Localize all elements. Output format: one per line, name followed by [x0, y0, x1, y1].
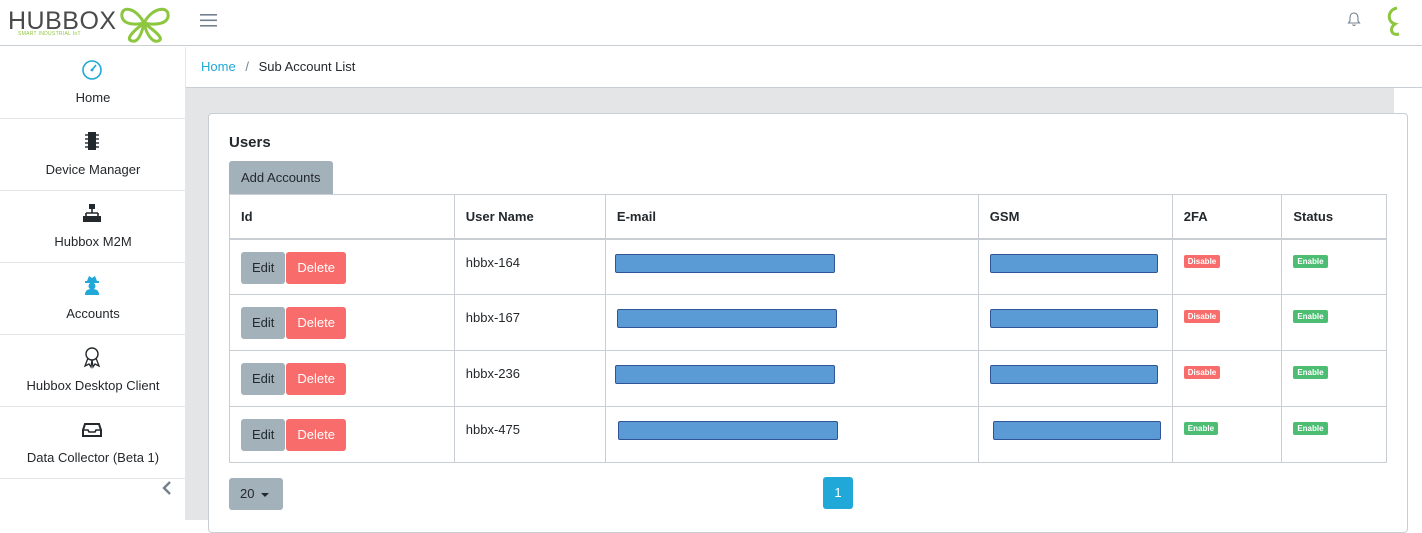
gsm-cell — [977, 406, 1173, 463]
sidebar-item-data-collector[interactable]: Data Collector (Beta 1) — [0, 407, 186, 479]
card-title: Users — [229, 134, 271, 151]
status-cell: Enable — [1281, 238, 1387, 295]
breadcrumb: Home / Sub Account List — [186, 47, 1422, 88]
redacted-gsm — [992, 421, 1161, 440]
column-header-email: E-mail — [604, 194, 979, 240]
redacted-gsm — [989, 253, 1158, 273]
caret-down-icon — [261, 492, 270, 497]
sidebar-item-label: Hubbox Desktop Client — [26, 378, 160, 393]
add-accounts-button[interactable]: Add Accounts — [229, 161, 333, 194]
brand-tagline: SMART INDUSTRIAL IoT — [18, 31, 81, 37]
table-row: Edit Delete hbbx-475 Enable Enable — [229, 406, 1387, 463]
username-cell: hbbx-164 — [453, 238, 606, 295]
twofa-badge: Disable — [1183, 366, 1221, 379]
breadcrumb-separator: / — [245, 59, 249, 74]
chip-icon — [85, 132, 99, 150]
inbox-icon — [82, 423, 102, 437]
redacted-email — [614, 365, 835, 384]
id-cell: Edit Delete — [229, 406, 455, 463]
username-cell: hbbx-236 — [453, 350, 606, 407]
table-row: Edit Delete hbbx-167 Disable Enable — [229, 294, 1387, 351]
users-table: Id User Name E-mail GSM 2FA Status Edit D… — [229, 194, 1387, 463]
sidebar-item-label: Home — [75, 90, 111, 105]
delete-button[interactable]: Delete — [286, 363, 346, 395]
sidebar-item-device-manager[interactable]: Device Manager — [0, 119, 186, 191]
status-cell: Enable — [1281, 406, 1387, 463]
twofa-badge: Enable — [1183, 422, 1219, 435]
twofa-badge: Disable — [1183, 254, 1221, 268]
column-header-gsm: GSM — [977, 194, 1173, 240]
sidebar-item-accounts[interactable]: Accounts — [0, 263, 186, 335]
sidebar-item-label: Hubbox M2M — [54, 234, 132, 249]
main-content: Users Add Accounts Id User Name E-mail G… — [186, 88, 1408, 533]
sidebar-item-label: Accounts — [66, 306, 120, 321]
hamburger-icon[interactable] — [198, 9, 220, 31]
user-secret-icon — [85, 276, 99, 295]
status-badge: Enable — [1293, 366, 1328, 379]
id-cell: Edit Delete — [229, 238, 455, 295]
chevron-left-icon[interactable] — [160, 480, 174, 496]
column-header-username: User Name — [453, 194, 606, 240]
delete-button[interactable]: Delete — [286, 419, 346, 451]
page-size-select[interactable]: 20 — [229, 478, 283, 510]
status-cell: Enable — [1281, 350, 1387, 407]
sidebar-item-label: Device Manager — [45, 162, 141, 177]
twofa-badge: Disable — [1183, 310, 1221, 323]
speedometer-icon — [82, 60, 102, 80]
redacted-gsm — [989, 309, 1158, 328]
delete-button[interactable]: Delete — [286, 307, 346, 339]
table-row: Edit Delete hbbx-236 Disable Enable — [229, 350, 1387, 407]
column-header-id: Id — [229, 194, 455, 240]
id-cell: Edit Delete — [229, 350, 455, 407]
twofa-cell: Disable — [1171, 238, 1283, 295]
gsm-cell — [977, 238, 1173, 295]
email-cell — [604, 238, 979, 295]
column-header-2fa: 2FA — [1171, 194, 1283, 240]
edit-button[interactable]: Edit — [241, 251, 286, 284]
pagination-page-1[interactable]: 1 — [823, 477, 853, 509]
redacted-email — [616, 309, 837, 328]
gsm-cell — [977, 294, 1173, 351]
table-row: Edit Delete hbbx-164 Disable Enable — [229, 238, 1387, 295]
butterfly-logo-icon — [120, 7, 170, 43]
sidebar: Home Device Manager Hubbox M2M Accounts … — [0, 47, 186, 520]
status-cell: Enable — [1281, 294, 1387, 351]
table-header-row: Id User Name E-mail GSM 2FA Status — [229, 194, 1387, 240]
username-cell: hbbx-167 — [453, 294, 606, 351]
top-header: HUBBOX SMART INDUSTRIAL IoT — [0, 0, 1422, 46]
sidebar-item-label: Data Collector (Beta 1) — [26, 450, 160, 465]
column-header-status: Status — [1281, 194, 1387, 240]
email-cell — [604, 350, 979, 407]
edit-button[interactable]: Edit — [241, 363, 286, 395]
bell-icon[interactable] — [1347, 11, 1361, 27]
gsm-cell — [977, 350, 1173, 407]
edit-button[interactable]: Edit — [241, 419, 286, 451]
sidebar-item-home[interactable]: Home — [0, 47, 186, 119]
twofa-cell: Enable — [1171, 406, 1283, 463]
sitemap-icon — [83, 204, 101, 222]
breadcrumb-home-link[interactable]: Home — [201, 59, 236, 74]
status-badge: Enable — [1293, 310, 1328, 323]
delete-button[interactable]: Delete — [286, 251, 346, 284]
badge-icon — [83, 347, 101, 369]
redacted-email — [614, 253, 835, 273]
sidebar-item-hubbox-m2m[interactable]: Hubbox M2M — [0, 191, 186, 263]
edit-button[interactable]: Edit — [241, 307, 286, 339]
status-badge: Enable — [1293, 422, 1328, 435]
sidebar-item-desktop-client[interactable]: Hubbox Desktop Client — [0, 335, 186, 407]
twofa-cell: Disable — [1171, 294, 1283, 351]
username-cell: hbbx-475 — [453, 406, 606, 463]
breadcrumb-current: Sub Account List — [258, 59, 356, 74]
brand-logo[interactable]: HUBBOX SMART INDUSTRIAL IoT — [0, 0, 186, 46]
page-size-value: 20 — [240, 486, 255, 501]
user-avatar-icon[interactable] — [1385, 4, 1422, 38]
redacted-gsm — [989, 365, 1158, 384]
status-badge: Enable — [1293, 254, 1328, 268]
twofa-cell: Disable — [1171, 350, 1283, 407]
redacted-email — [617, 421, 838, 440]
email-cell — [604, 406, 979, 463]
id-cell: Edit Delete — [229, 294, 455, 351]
users-card: Users Add Accounts Id User Name E-mail G… — [208, 113, 1408, 533]
email-cell — [604, 294, 979, 351]
